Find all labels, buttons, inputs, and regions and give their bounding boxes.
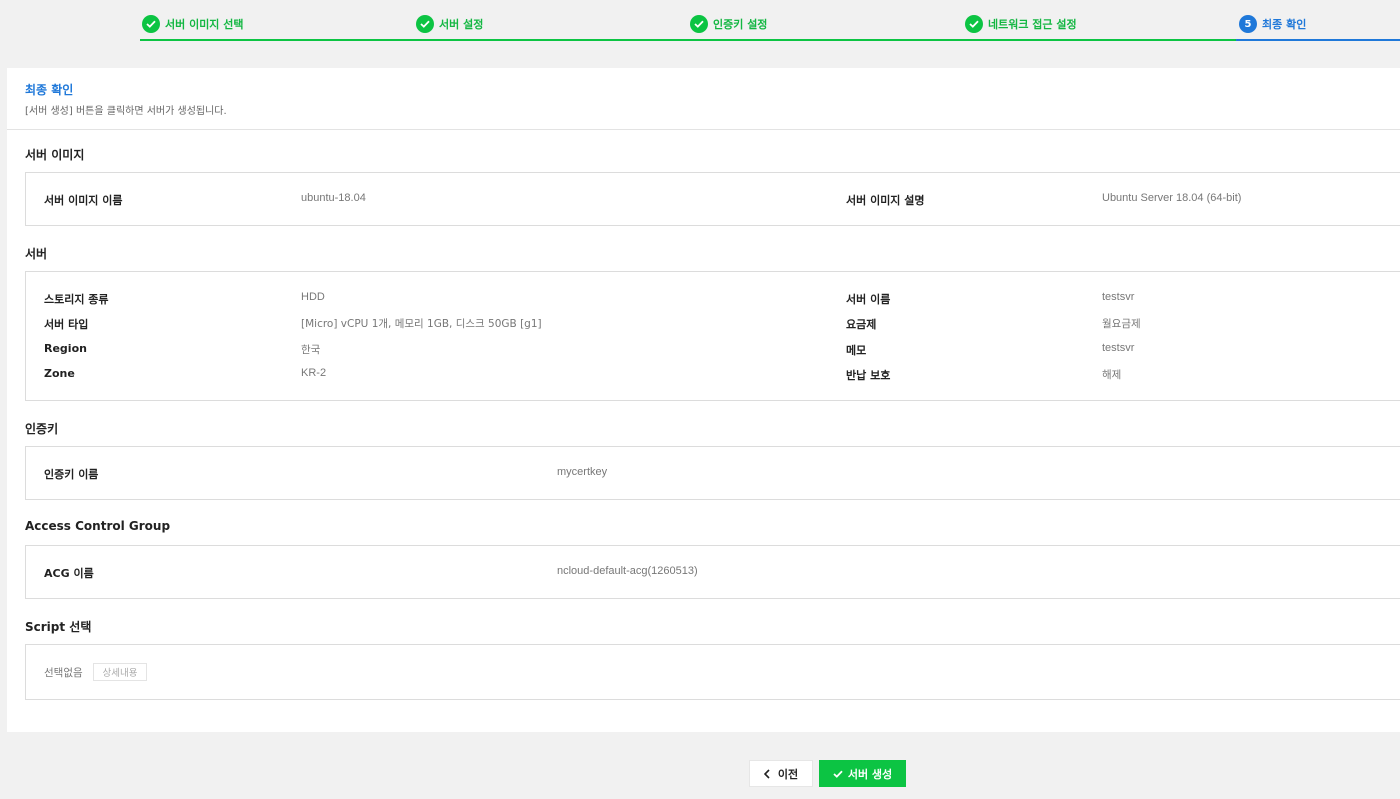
acg-box: ACG 이름 ncloud-default-acg(1260513) — [25, 545, 1400, 599]
field-label: 인증키 이름 — [44, 468, 99, 481]
field-label: 메모 — [846, 344, 867, 357]
field-label: 서버 타입 — [44, 318, 89, 331]
field-value: ncloud-default-acg(1260513) — [557, 565, 698, 577]
create-server-button[interactable]: 서버 생성 — [819, 760, 906, 787]
step-network-access: 네트워크 접근 설정 — [965, 13, 1077, 35]
chevron-left-icon — [763, 768, 770, 779]
field-value: HDD — [301, 291, 325, 303]
field-label: 반납 보호 — [846, 369, 891, 382]
script-detail-button[interactable]: 상세내용 — [93, 663, 147, 681]
step-progress-line-done — [140, 39, 1236, 41]
step-server-settings: 서버 설정 — [416, 13, 483, 35]
field-value: Ubuntu Server 18.04 (64-bit) — [1102, 192, 1242, 204]
field-value: KR-2 — [301, 367, 327, 379]
auth-key-box: 인증키 이름 mycertkey — [25, 446, 1400, 500]
server-box: 스토리지 종류 HDD 서버 이름 testsvr 서버 타입 [Micro] … — [25, 271, 1400, 401]
section-title-auth-key: 인증키 — [25, 422, 59, 436]
prev-button[interactable]: 이전 — [749, 760, 813, 787]
field-label: Zone — [44, 367, 75, 380]
field-label: 스토리지 종류 — [44, 293, 109, 306]
script-box: 선택없음 상세내용 — [25, 644, 1400, 700]
step-label: 최종 확인 — [1262, 18, 1307, 31]
field-label: 서버 이미지 설명 — [846, 194, 925, 207]
section-title-server-image: 서버 이미지 — [25, 148, 85, 162]
field-label: 요금제 — [846, 318, 877, 331]
panel-title: 최종 확인 — [25, 83, 74, 97]
field-label: 서버 이름 — [846, 293, 891, 306]
check-icon — [416, 15, 434, 33]
script-selection-value: 선택없음 — [44, 667, 83, 679]
step-label: 네트워크 접근 설정 — [988, 18, 1077, 31]
field-value: 월요금제 — [1102, 318, 1141, 330]
check-icon — [690, 15, 708, 33]
field-label: 서버 이미지 이름 — [44, 194, 123, 207]
section-title-server: 서버 — [25, 247, 48, 261]
field-label: Region — [44, 342, 87, 355]
panel-description: [서버 생성] 버튼을 클릭하면 서버가 생성됩니다. — [25, 106, 227, 117]
field-value: 한국 — [301, 344, 321, 356]
step-final-confirm: 5 최종 확인 — [1239, 13, 1306, 35]
step-auth-key: 인증키 설정 — [690, 13, 767, 35]
prev-button-label: 이전 — [777, 767, 799, 781]
step-label: 서버 이미지 선택 — [165, 18, 244, 31]
field-value: testsvr — [1102, 291, 1135, 303]
step-select-image: 서버 이미지 선택 — [142, 13, 244, 35]
progress-stepper: 서버 이미지 선택 서버 설정 인증키 설정 네트워크 접근 설정 5 최종 확… — [0, 0, 1400, 42]
field-value: 해제 — [1102, 369, 1122, 381]
server-image-box: 서버 이미지 이름 ubuntu-18.04 서버 이미지 설명 Ubuntu … — [25, 172, 1400, 226]
check-icon — [142, 15, 160, 33]
check-icon — [965, 15, 983, 33]
final-confirm-panel: 최종 확인 [서버 생성] 버튼을 클릭하면 서버가 생성됩니다. 서버 이미지… — [7, 68, 1400, 732]
create-server-button-label: 서버 생성 — [847, 767, 893, 781]
field-value: mycertkey — [557, 466, 608, 478]
step-label: 서버 설정 — [439, 18, 484, 31]
section-title-acg: Access Control Group — [25, 519, 171, 533]
field-label: ACG 이름 — [44, 567, 94, 580]
step-progress-line-current — [1236, 39, 1400, 41]
step-label: 인증키 설정 — [713, 18, 768, 31]
panel-header: 최종 확인 [서버 생성] 버튼을 클릭하면 서버가 생성됩니다. — [7, 68, 1400, 130]
check-icon — [833, 770, 843, 778]
field-value: [Micro] vCPU 1개, 메모리 1GB, 디스크 50GB [g1] — [301, 318, 542, 330]
field-value: ubuntu-18.04 — [301, 192, 366, 204]
section-title-script: Script 선택 — [25, 620, 92, 634]
field-value: testsvr — [1102, 342, 1135, 354]
step-number-badge: 5 — [1239, 15, 1257, 33]
